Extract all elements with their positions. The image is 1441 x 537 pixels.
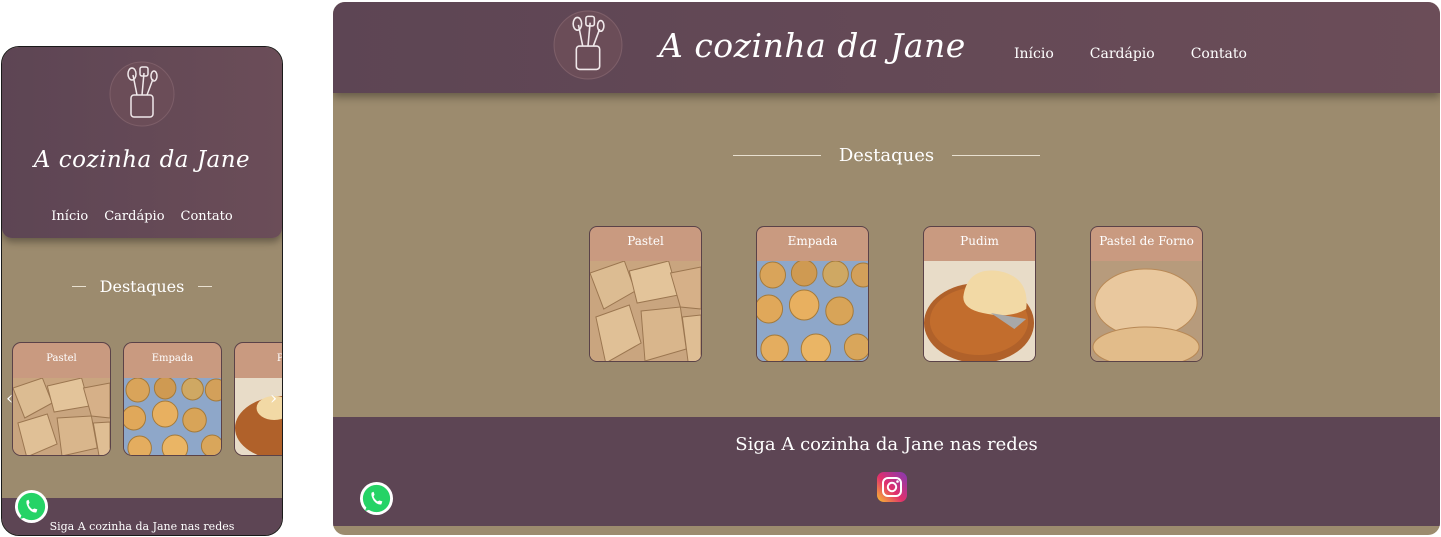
empada-image: [757, 261, 868, 361]
highlights-heading: Destaques: [2, 277, 282, 296]
fried-pastel-image: [13, 378, 110, 455]
card-title: Empada: [151, 353, 194, 364]
mobile-preview: A cozinha da Jane Início Cardápio Contat…: [1, 46, 283, 536]
desktop-nav: Início Cardápio Contato: [1014, 46, 1247, 62]
menu-card-pastel-de-forno[interactable]: Pastel de Forno: [1090, 226, 1203, 362]
menu-card-empada[interactable]: Empada: [123, 342, 222, 456]
baked-pastel-image: [1091, 261, 1202, 361]
mobile-header: A cozinha da Jane Início Cardápio Contat…: [2, 47, 282, 238]
fried-pastel-image: [590, 261, 701, 361]
menu-card-pudim[interactable]: Pudim: [923, 226, 1036, 362]
card-title: Pastel: [627, 234, 664, 248]
desktop-preview: A cozinha da Jane Início Cardápio Contat…: [333, 2, 1440, 535]
utensils-jar-icon[interactable]: [553, 10, 623, 80]
card-title: Empada: [787, 234, 838, 248]
nav-contato[interactable]: Contato: [181, 209, 233, 224]
desktop-header: A cozinha da Jane Início Cardápio Contat…: [333, 2, 1440, 93]
heading-divider-right: [198, 286, 213, 287]
site-brand[interactable]: A cozinha da Jane: [659, 26, 966, 65]
nav-cardapio[interactable]: Cardápio: [104, 209, 164, 224]
menu-card-pastel[interactable]: Pastel: [589, 226, 702, 362]
nav-inicio[interactable]: Início: [1014, 46, 1054, 62]
empada-image: [124, 378, 221, 455]
menu-card-empada[interactable]: Empada: [756, 226, 869, 362]
heading-divider-left: [71, 286, 86, 287]
utensils-jar-icon[interactable]: [109, 61, 175, 127]
nav-cardapio[interactable]: Cardápio: [1090, 46, 1155, 62]
card-title: Pu: [276, 353, 283, 364]
nav-contato[interactable]: Contato: [1191, 46, 1247, 62]
desktop-footer: Siga A cozinha da Jane nas redes: [333, 417, 1440, 526]
card-title: Pudim: [960, 234, 999, 248]
mobile-nav: Início Cardápio Contato: [2, 209, 282, 224]
site-brand[interactable]: A cozinha da Jane: [2, 147, 282, 173]
highlights-heading: Destaques: [333, 145, 1440, 166]
chevron-right-icon[interactable]: ›: [270, 388, 277, 409]
whatsapp-icon[interactable]: [14, 489, 49, 524]
heading-divider-left: [732, 155, 821, 156]
highlights-title: Destaques: [99, 277, 185, 296]
whatsapp-icon[interactable]: [359, 481, 394, 516]
heading-divider-right: [952, 155, 1041, 156]
pudim-image: [924, 261, 1035, 361]
chevron-left-icon[interactable]: ‹: [6, 388, 13, 409]
nav-inicio[interactable]: Início: [51, 209, 88, 224]
footer-text: Siga A cozinha da Jane nas redes: [735, 434, 1038, 455]
highlights-title: Destaques: [838, 145, 935, 166]
card-title: Pastel de Forno: [1099, 234, 1194, 248]
menu-card-pastel[interactable]: Pastel: [12, 342, 111, 456]
instagram-icon[interactable]: [877, 472, 907, 502]
card-title: Pastel: [46, 353, 77, 364]
